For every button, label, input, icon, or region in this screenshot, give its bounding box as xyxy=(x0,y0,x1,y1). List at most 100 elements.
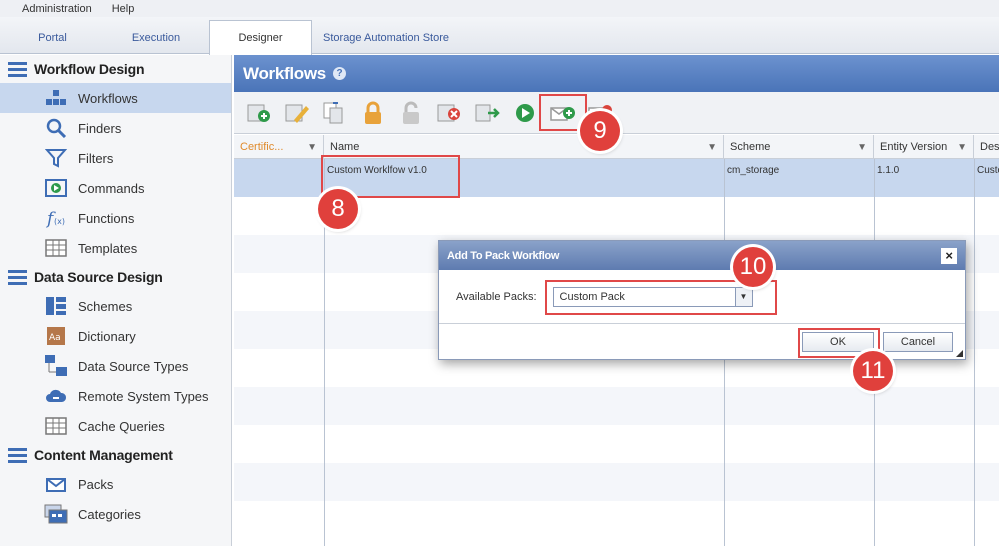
tab-bar: Portal Execution Designer Storage Automa… xyxy=(0,17,999,55)
sidebar-item-label: Packs xyxy=(78,476,114,492)
annotation-badge-11: 11 xyxy=(853,351,893,391)
filter-icon[interactable]: ▼ xyxy=(857,142,867,153)
function-icon: f (x) xyxy=(44,207,68,229)
table-row-empty xyxy=(234,425,999,463)
column-entity-version[interactable]: Entity Version ▼ xyxy=(874,135,974,159)
lock-icon[interactable] xyxy=(358,99,388,127)
copy-icon[interactable] xyxy=(320,99,350,127)
sidebar: Workflow Design Workflows Finders Filter… xyxy=(0,55,232,546)
workflow-icon xyxy=(44,87,68,109)
page-title: Workflows xyxy=(243,63,326,83)
export-icon[interactable] xyxy=(472,99,502,127)
sidebar-item-label: Filters xyxy=(78,150,114,166)
menu-bar: Administration Help xyxy=(0,0,999,17)
section-title: Data Source Design xyxy=(34,269,163,285)
menu-help[interactable]: Help xyxy=(112,3,135,15)
funnel-icon xyxy=(44,147,68,169)
svg-text:Aa: Aa xyxy=(49,333,61,343)
section-workflow-design[interactable]: Workflow Design xyxy=(0,55,231,83)
sidebar-item-label: Cache Queries xyxy=(78,418,165,434)
menu-icon xyxy=(8,61,27,77)
sidebar-item-commands[interactable]: Commands xyxy=(0,173,231,203)
workflows-header: Workflows ? xyxy=(234,55,999,92)
dialog-title-bar[interactable]: Add To Pack Workflow × xyxy=(439,241,965,270)
dictionary-icon: Aa xyxy=(44,325,68,347)
tab-portal[interactable]: Portal xyxy=(20,21,85,54)
sidebar-item-data-source-types[interactable]: Data Source Types xyxy=(0,351,231,381)
column-certificate[interactable]: Certific... ▼ xyxy=(234,135,324,159)
section-title: Content Management xyxy=(34,447,173,463)
sidebar-item-categories[interactable]: Categories xyxy=(0,499,231,529)
annotation-box-select xyxy=(545,280,777,315)
tab-execution[interactable]: Execution xyxy=(120,21,192,54)
sidebar-item-dictionary[interactable]: Aa Dictionary xyxy=(0,321,231,351)
pack-icon xyxy=(44,473,68,495)
sidebar-item-functions[interactable]: f (x) Functions xyxy=(0,203,231,233)
section-content-management[interactable]: Content Management xyxy=(0,441,231,469)
svg-text:(x): (x) xyxy=(54,217,65,226)
column-label: Certific... xyxy=(240,141,284,153)
sidebar-item-label: Commands xyxy=(78,180,145,196)
help-icon[interactable]: ? xyxy=(332,67,346,80)
filter-icon[interactable]: ▼ xyxy=(307,142,317,153)
sidebar-item-label: Data Source Types xyxy=(78,358,189,374)
cell-version: 1.1.0 xyxy=(877,165,900,176)
column-scheme[interactable]: Scheme ▼ xyxy=(724,135,874,159)
column-label: Entity Version xyxy=(880,141,948,153)
table-row-empty xyxy=(234,463,999,501)
categories-icon xyxy=(44,503,68,525)
schemes-icon xyxy=(44,295,68,317)
sidebar-item-filters[interactable]: Filters xyxy=(0,143,231,173)
annotation-badge-8: 8 xyxy=(318,189,358,229)
magnifier-icon xyxy=(44,117,68,139)
column-description[interactable]: Desc xyxy=(974,135,999,159)
sidebar-item-schemes[interactable]: Schemes xyxy=(0,291,231,321)
data-source-icon xyxy=(44,355,68,377)
table-icon xyxy=(44,237,68,259)
run-icon[interactable] xyxy=(510,99,540,127)
column-label: Name xyxy=(330,141,360,153)
sidebar-item-label: Finders xyxy=(78,120,122,136)
command-icon xyxy=(44,177,68,199)
cancel-button[interactable]: Cancel xyxy=(883,331,953,352)
sidebar-item-label: Dictionary xyxy=(78,328,136,344)
dialog-footer: OK Cancel xyxy=(439,324,965,359)
dialog-title: Add To Pack Workflow xyxy=(447,249,560,262)
sidebar-item-label: Categories xyxy=(78,506,141,522)
sidebar-item-templates[interactable]: Templates xyxy=(0,233,231,263)
cell-description: Custo xyxy=(977,165,999,176)
sidebar-item-cache-queries[interactable]: Cache Queries xyxy=(0,411,231,441)
menu-icon xyxy=(8,447,27,463)
tab-storage-automation-store[interactable]: Storage Automation Store xyxy=(316,21,456,54)
sidebar-item-finders[interactable]: Finders xyxy=(0,113,231,143)
column-label: Desc xyxy=(980,141,999,153)
tab-designer[interactable]: Designer xyxy=(209,20,312,55)
column-divider xyxy=(974,159,975,546)
sidebar-item-remote-system-types[interactable]: Remote System Types xyxy=(0,381,231,411)
sidebar-item-label: Schemes xyxy=(78,298,133,314)
unlock-icon[interactable] xyxy=(396,99,426,127)
section-data-source-design[interactable]: Data Source Design xyxy=(0,263,231,291)
filter-icon[interactable]: ▼ xyxy=(957,142,967,153)
cloud-icon xyxy=(44,385,68,407)
sidebar-item-label: Workflows xyxy=(78,90,138,106)
edit-icon[interactable] xyxy=(282,99,312,127)
filter-icon[interactable]: ▼ xyxy=(707,142,717,153)
table-icon xyxy=(44,415,68,437)
section-title: Workflow Design xyxy=(34,61,145,77)
table-row-empty xyxy=(234,387,999,425)
available-packs-label: Available Packs: xyxy=(456,290,537,303)
menu-icon xyxy=(8,269,27,285)
cell-scheme: cm_storage xyxy=(727,165,780,176)
sidebar-item-label: Functions xyxy=(78,210,135,226)
sidebar-item-label: Remote System Types xyxy=(78,388,209,404)
annotation-badge-9: 9 xyxy=(580,111,620,151)
close-icon[interactable]: × xyxy=(941,247,957,264)
sidebar-item-workflows[interactable]: Workflows xyxy=(0,83,231,113)
resize-grip-icon[interactable] xyxy=(956,350,963,357)
new-workflow-icon[interactable] xyxy=(244,99,274,127)
menu-administration[interactable]: Administration xyxy=(22,3,92,15)
sidebar-item-label: Templates xyxy=(78,240,138,256)
sidebar-item-packs[interactable]: Packs xyxy=(0,469,231,499)
delete-icon[interactable] xyxy=(434,99,464,127)
